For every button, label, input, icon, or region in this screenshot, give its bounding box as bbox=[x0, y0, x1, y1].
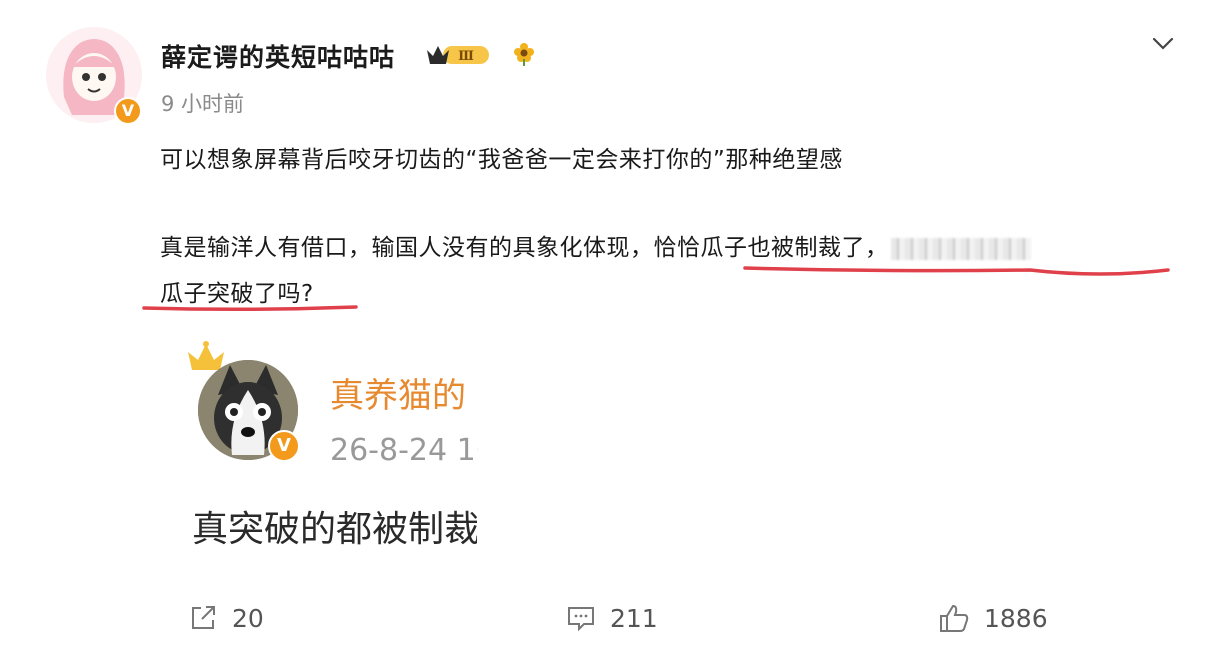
quoted-time: 26-8-24 16 bbox=[330, 433, 478, 468]
comment-count: 211 bbox=[610, 603, 658, 633]
blurred-text bbox=[890, 237, 1031, 260]
red-underline bbox=[142, 305, 358, 312]
comment-icon bbox=[568, 607, 594, 632]
like-count: 1886 bbox=[984, 603, 1048, 633]
comment-button[interactable]: 211 bbox=[566, 602, 658, 634]
verified-badge: V bbox=[268, 430, 300, 462]
share-icon bbox=[192, 606, 215, 629]
red-underline bbox=[743, 266, 1170, 276]
crown-rank-icon[interactable]: Ⅲ bbox=[425, 40, 493, 68]
sunflower-icon bbox=[514, 43, 534, 66]
post-text-segment: 真是输洋人有借口，输国人没有的具象化体现， bbox=[160, 235, 654, 261]
like-button[interactable]: 1886 bbox=[938, 602, 1048, 634]
like-icon bbox=[940, 604, 969, 632]
post-text-line-2: 真是输洋人有借口，输国人没有的具象化体现，恰恰瓜子也被制裁了， bbox=[160, 228, 1031, 262]
quoted-author-name: 真养猫的 bbox=[330, 376, 466, 416]
share-count: 20 bbox=[232, 603, 264, 633]
svg-text:Ⅲ: Ⅲ bbox=[458, 49, 474, 64]
verified-badge: V bbox=[114, 97, 142, 125]
share-button[interactable]: 20 bbox=[188, 602, 264, 634]
post-text-line-1: 可以想象屏幕背后咬牙切齿的“我爸爸一定会来打你的”那种绝望感 bbox=[160, 147, 843, 173]
author-avatar[interactable]: V bbox=[46, 27, 142, 125]
chevron-down-icon[interactable] bbox=[1150, 30, 1176, 56]
quoted-text: 真突破的都被制裁 bbox=[192, 509, 477, 550]
post-time: 9 小时前 bbox=[161, 92, 245, 116]
author-name[interactable]: 薛定谔的英短咕咕咕 bbox=[161, 38, 395, 74]
